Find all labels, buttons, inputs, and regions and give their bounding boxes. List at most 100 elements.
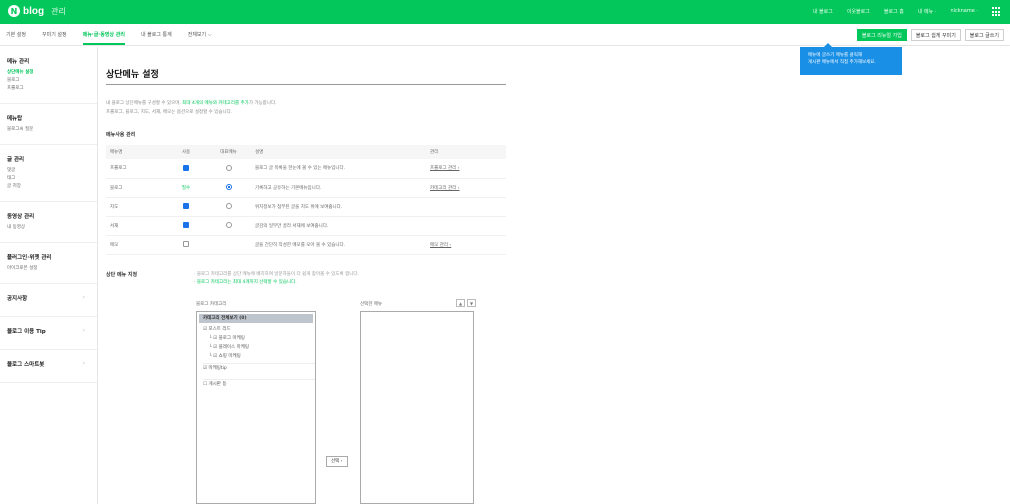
section-title-top-menu: 상단 메뉴 지정 (106, 272, 138, 278)
tooltip-line-1: 메뉴에 글쓰기 메뉴를 클릭해 (808, 53, 862, 58)
note-1: · 블로그 카테고리를 상단 메뉴에 배치하여 방문자들이 더 쉽게 찾아볼 수… (194, 272, 359, 277)
category-all-header[interactable]: 카테고리 전체보기 (0) (199, 314, 313, 323)
note-2: · 블로그 카테고리는 최대 4개까지 선택할 수 있습니다. (194, 280, 297, 285)
manage-link[interactable]: 메모 관리 › (430, 243, 451, 248)
top-link-my-menu[interactable]: 내 메뉴 · (918, 8, 937, 15)
chevron-right-icon: › (82, 360, 85, 367)
sidebar-group-menu: 메뉴 관리 상단메뉴 설정 블로그 프롤로그 (0, 47, 97, 104)
chevron-right-icon: › (82, 327, 85, 334)
category-list-box[interactable]: 카테고리 전체보기 (0) ☑ 포스트 리드 └ ☑ 블로그 마케팅 └ ☑ 플… (196, 311, 316, 504)
select-button[interactable]: 선택 › (326, 456, 348, 467)
page-title: 상단메뉴 설정 (106, 70, 159, 80)
menu-description: 위치정보가 첨부된 글을 지도 위에 보여줍니다. (251, 197, 426, 217)
tree-item[interactable]: └ ☑ 플레이스 마케팅 (203, 343, 315, 352)
table-row: 서재 글감의 일부만 골라 서재에 보여줍니다. (106, 216, 506, 236)
sidebar-group-title: 메뉴 관리 (7, 59, 30, 65)
write-post-button[interactable]: 블로그 글쓰기 (964, 29, 1004, 41)
top-link-user[interactable]: nickname · (950, 8, 978, 15)
help-tooltip: 메뉴에 글쓰기 메뉴를 클릭해 게시판 메뉴에서 직접 추가해보세요. (800, 43, 902, 75)
sidebar-group-title: 플러그인·위젯 관리 (7, 255, 52, 261)
table-row: 프롤로그 블로그 글 목록을 한눈에 볼 수 있는 메뉴입니다. 프롤로그 관리… (106, 159, 506, 179)
tab-view-all[interactable]: 전체보기 ⌵ (188, 31, 212, 45)
desc-text: 가 가능합니다. (248, 101, 277, 106)
sidebar-group-video: 동영상 관리 내 동영상 (0, 202, 97, 243)
tree-item[interactable]: └ ☑ 쇼핑 마케팅 (203, 352, 315, 361)
sidebar-group-title: 글 관리 (7, 157, 25, 163)
left-sidebar: 메뉴 관리 상단메뉴 설정 블로그 프롤로그 메뉴탑 블로그씨 질문 글 관리 … (0, 47, 98, 504)
selected-menu-box[interactable] (360, 311, 474, 504)
top-link-blog-home[interactable]: 블로그 홈 (884, 8, 904, 15)
representative-radio[interactable] (225, 184, 232, 191)
table-row: 블로그 필수 기록하고 공유하는 기본메뉴입니다. 카테고리 관리 › (106, 178, 506, 198)
naver-logo-icon: N (8, 5, 20, 17)
tree-item[interactable]: ☐ 게시판 등 (203, 379, 315, 389)
sub-navigation-bar: 기본 설정 꾸미기 설정 메뉴·글·동영상 관리 내 블로그 통계 전체보기 ⌵… (0, 24, 1010, 46)
menu-description: 글감의 일부만 골라 서재에 보여줍니다. (251, 216, 426, 236)
right-buttons: 블로그 리뉴얼 가입 블로그 쉽게 꾸미기 블로그 글쓰기 (856, 29, 1004, 41)
sidebar-item-comments[interactable]: 댓글 (7, 167, 97, 175)
admin-mode-label: 관리 (51, 6, 66, 16)
tree-item[interactable]: ☑ 포스트 리드 (203, 325, 315, 334)
use-checkbox[interactable] (183, 165, 189, 171)
representative-radio[interactable] (225, 222, 232, 229)
title-divider (106, 84, 506, 85)
category-tree: ☑ 포스트 리드 └ ☑ 블로그 마케팅 └ ☑ 플레이스 마케팅 └ ☑ 쇼핑… (197, 325, 315, 389)
sidebar-item-mic[interactable]: 마이크로폰 설정 (7, 265, 97, 273)
use-checkbox[interactable] (183, 222, 189, 229)
sidebar-item-my-video[interactable]: 내 동영상 (7, 224, 97, 232)
col-manage: 관리 (426, 145, 506, 159)
menu-usage-table: 메뉴명 사용 대표메뉴 설명 관리 프롤로그 블로그 글 목록을 한눈에 볼 수… (106, 145, 506, 255)
col-representative: 대표메뉴 (206, 145, 251, 159)
tree-item[interactable]: ☑ 마케팅tip (203, 363, 315, 373)
desc-highlight: 최대 4개의 메뉴와 카테고리를 추가 (182, 101, 249, 106)
settings-tabs: 기본 설정 꾸미기 설정 메뉴·글·동영상 관리 내 블로그 통계 전체보기 ⌵ (6, 31, 212, 45)
blog-logo-text: blog (23, 5, 45, 17)
sidebar-item-tips[interactable]: 블로그 이용 Tip › (0, 317, 97, 350)
sidebar-item-saved[interactable]: 글 저장 (7, 183, 97, 191)
sidebar-item-smartbot[interactable]: 블로그 스마트봇 › (0, 350, 97, 383)
sidebar-item-blog[interactable]: 블로그 (7, 77, 97, 85)
sidebar-item-top-menu[interactable]: 상단메뉴 설정 (7, 69, 97, 77)
representative-radio[interactable] (225, 165, 232, 171)
order-buttons: ▲ ▼ (456, 299, 476, 307)
top-link-my-blog[interactable]: 내 블로그 (813, 8, 833, 15)
easy-decorate-button[interactable]: 블로그 쉽게 꾸미기 (910, 29, 961, 41)
menu-name: 프롤로그 (106, 159, 166, 179)
tab-decoration-settings[interactable]: 꾸미기 설정 (42, 31, 67, 45)
top-navigation-bar: N blog 관리 내 블로그 이웃블로그 블로그 홈 내 메뉴 · nickn… (0, 0, 1010, 24)
use-checkbox[interactable] (183, 203, 189, 210)
chevron-right-icon: › (82, 294, 85, 301)
sidebar-group-plugin: 플러그인·위젯 관리 마이크로폰 설정 (0, 243, 97, 284)
required-label: 필수 (181, 185, 191, 191)
table-row: 지도 위치정보가 첨부된 글을 지도 위에 보여줍니다. (106, 197, 506, 217)
sidebar-item-notice[interactable]: 공지사항 › (0, 284, 97, 317)
use-checkbox[interactable] (183, 241, 189, 248)
manage-link[interactable]: 카테고리 관리 › (430, 186, 460, 191)
manage-link[interactable]: 프롤로그 관리 › (430, 166, 460, 171)
app-grid-icon[interactable] (992, 7, 1002, 17)
tab-basic-settings[interactable]: 기본 설정 (6, 31, 26, 45)
col-menu-name: 메뉴명 (106, 145, 166, 159)
sidebar-group-posts: 글 관리 댓글 태그 글 저장 (0, 145, 97, 202)
categories-label: 블로그 카테고리 (196, 302, 227, 307)
col-description: 설명 (251, 145, 426, 159)
move-down-button[interactable]: ▼ (467, 299, 476, 307)
tab-blog-stats[interactable]: 내 블로그 통계 (141, 31, 172, 45)
table-row: 메모 글을 간단히 작성한 메모를 모아 볼 수 있습니다. 메모 관리 › (106, 235, 506, 255)
sidebar-item-tags[interactable]: 태그 (7, 175, 97, 183)
tree-item[interactable]: └ ☑ 블로그 마케팅 (203, 334, 315, 343)
move-up-button[interactable]: ▲ (456, 299, 465, 307)
sidebar-item-prologue[interactable]: 프롤로그 (7, 85, 97, 93)
top-link-neighbor-blog[interactable]: 이웃블로그 (847, 8, 870, 15)
sidebar-item-blogsee[interactable]: 블로그씨 질문 (7, 126, 97, 134)
page-description: 내 블로그 상단메뉴를 구성할 수 있으며, 최대 4개의 메뉴와 카테고리를 … (106, 99, 277, 117)
representative-radio[interactable] (225, 203, 232, 210)
col-use: 사용 (166, 145, 206, 159)
desc-text-2: 프롤로그, 블로그, 지도, 서재, 메모는 옵션으로 설정할 수 있습니다. (106, 110, 233, 115)
menu-name: 메모 (106, 235, 166, 255)
menu-name: 블로그 (106, 178, 166, 198)
renewal-signup-button[interactable]: 블로그 리뉴얼 가입 (856, 29, 907, 41)
tab-menu-post-video[interactable]: 메뉴·글·동영상 관리 (82, 31, 125, 45)
blog-logo[interactable]: N blog 관리 (8, 5, 66, 17)
top-links: 내 블로그 이웃블로그 블로그 홈 내 메뉴 · nickname · (813, 8, 978, 15)
